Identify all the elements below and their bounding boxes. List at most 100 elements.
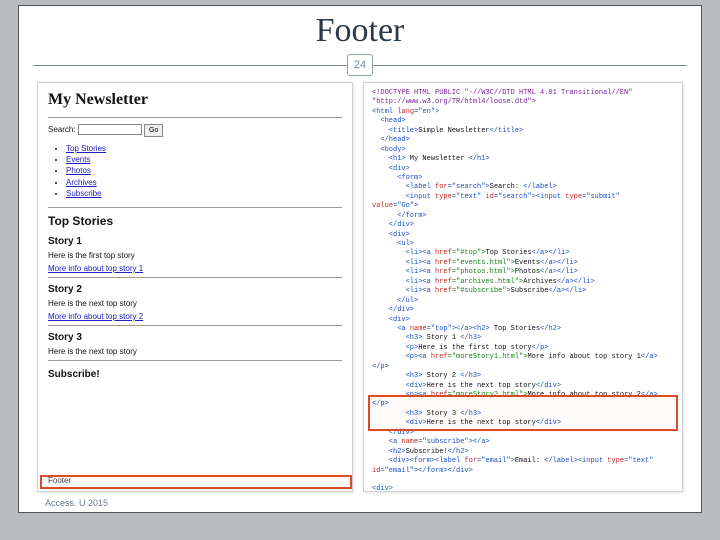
code-text: Top Stories — [490, 325, 540, 333]
code-line: "http://www.w3.org/TR/html4/loose.dtd"> — [372, 98, 536, 106]
code-text: Top Stories — [485, 249, 531, 257]
story-title: Story 1 — [48, 236, 342, 247]
story-more-link[interactable]: More info about top story 2 — [48, 312, 143, 321]
divider — [48, 207, 342, 208]
slide-footer: Access. U 2015 — [45, 498, 108, 508]
code-attr: name — [410, 325, 427, 333]
nav-link-archives[interactable]: Archives — [66, 178, 97, 187]
code-tag: </div> — [536, 382, 561, 390]
code-tag: <a — [372, 438, 401, 446]
code-tag: ="text" — [452, 193, 486, 201]
code-tag: </h3> — [460, 372, 481, 380]
code-text: Events — [515, 259, 540, 267]
list-item: Archives — [66, 177, 342, 188]
list-item: Photos — [66, 165, 342, 176]
divider — [48, 117, 342, 118]
code-line: </div> — [372, 221, 414, 229]
code-tag: </title> — [490, 127, 524, 135]
list-item: Events — [66, 154, 342, 165]
code-val: ="photos.html"> — [452, 268, 515, 276]
code-line: <div> — [372, 485, 393, 492]
story-title: Story 3 — [48, 332, 342, 343]
code-text: Simple Newsletter — [418, 127, 489, 135]
code-val: ="events.html"> — [452, 259, 515, 267]
code-tag: <div><form><label — [372, 457, 464, 465]
code-text: Here is the next top story — [427, 382, 536, 390]
code-tag: ="top"></a><h2> — [427, 325, 490, 333]
code-tag: <p><a — [372, 353, 431, 361]
code-tag: </a></li> — [532, 249, 570, 257]
code-tag: <html — [372, 108, 397, 116]
rendered-preview-pane: My Newsletter Search: Go Top Stories Eve… — [37, 82, 353, 492]
code-attr: href — [435, 287, 452, 295]
code-tag: <h1> — [372, 155, 406, 163]
code-text: Here is the first top story — [418, 344, 531, 352]
search-label: Search: — [48, 125, 76, 134]
top-stories-heading: Top Stories — [48, 214, 342, 228]
code-tag: </h3> — [460, 334, 481, 342]
code-line: <ul> — [372, 240, 414, 248]
code-tag: </label><input — [544, 457, 607, 465]
code-tag: <input — [372, 193, 435, 201]
code-attr: href — [435, 259, 452, 267]
code-tag: ="search"> — [448, 183, 490, 191]
code-attr: href — [435, 278, 452, 286]
code-tag: </a> — [641, 353, 658, 361]
story-more-link[interactable]: More info about top story 1 — [48, 264, 143, 273]
content-area: My Newsletter Search: Go Top Stories Eve… — [37, 82, 683, 492]
code-attr: href — [435, 268, 452, 276]
nav-link-subscribe[interactable]: Subscribe — [66, 189, 102, 198]
code-text: Photos — [515, 268, 540, 276]
list-item: Top Stories — [66, 143, 342, 154]
divider — [48, 325, 342, 326]
code-tag: ="submit" — [582, 193, 620, 201]
code-tag: <h2> — [372, 448, 406, 456]
code-tag: <li><a — [372, 287, 435, 295]
code-attr: name — [401, 438, 418, 446]
code-text: More info about top story 1 — [527, 353, 640, 361]
code-line: </div> — [372, 306, 414, 314]
nav-link-photos[interactable]: Photos — [66, 166, 91, 175]
search-input[interactable] — [78, 124, 142, 135]
code-text: Subscribe — [511, 287, 549, 295]
code-tag: </h2> — [540, 325, 561, 333]
nav-link-events[interactable]: Events — [66, 155, 90, 164]
code-tag: </label> — [523, 183, 557, 191]
code-val: ="moreStory1.html"> — [448, 353, 528, 361]
nav-list: Top Stories Events Photos Archives Subsc… — [66, 143, 342, 199]
code-text: Email: — [515, 457, 544, 465]
code-line: <div> — [372, 316, 410, 324]
search-row: Search: Go — [48, 124, 342, 137]
code-text: Search: — [490, 183, 524, 191]
code-text: My Newsletter — [406, 155, 469, 163]
nav-link-top-stories[interactable]: Top Stories — [66, 144, 106, 153]
code-tag: </a></li> — [540, 268, 578, 276]
code-tag: <li><a — [372, 259, 435, 267]
code-val: ="#subscribe"> — [452, 287, 511, 295]
code-tag: </a></li> — [548, 287, 586, 295]
code-text: Subscribe! — [406, 448, 448, 456]
code-tag: </a></li> — [540, 259, 578, 267]
code-line: <body> — [372, 146, 406, 154]
code-attr: href — [435, 249, 452, 257]
code-line: <form> — [372, 174, 422, 182]
code-val: ="archives.html"> — [452, 278, 523, 286]
page-number-badge: 24 — [347, 54, 373, 76]
code-tag: <h3> — [372, 334, 422, 342]
code-tag: ="subscribe"></a> — [418, 438, 489, 446]
code-tag: <li><a — [372, 278, 435, 286]
code-line: <div> — [372, 231, 410, 239]
code-tag: <h3> — [372, 372, 422, 380]
code-tag: </h2> — [448, 448, 469, 456]
code-tag: ="search"><input — [494, 193, 565, 201]
list-item: Subscribe — [66, 188, 342, 199]
code-tag: <div> — [372, 382, 427, 390]
code-text: Story 1 — [422, 334, 460, 342]
code-line: </p> — [372, 363, 389, 371]
code-tag: <title> — [372, 127, 418, 135]
code-attr: value — [372, 202, 393, 210]
go-button[interactable]: Go — [144, 124, 163, 137]
code-tag: ="text" — [624, 457, 653, 465]
slide: Footer 24 My Newsletter Search: Go Top S… — [18, 5, 702, 513]
code-attr: lang — [397, 108, 414, 116]
